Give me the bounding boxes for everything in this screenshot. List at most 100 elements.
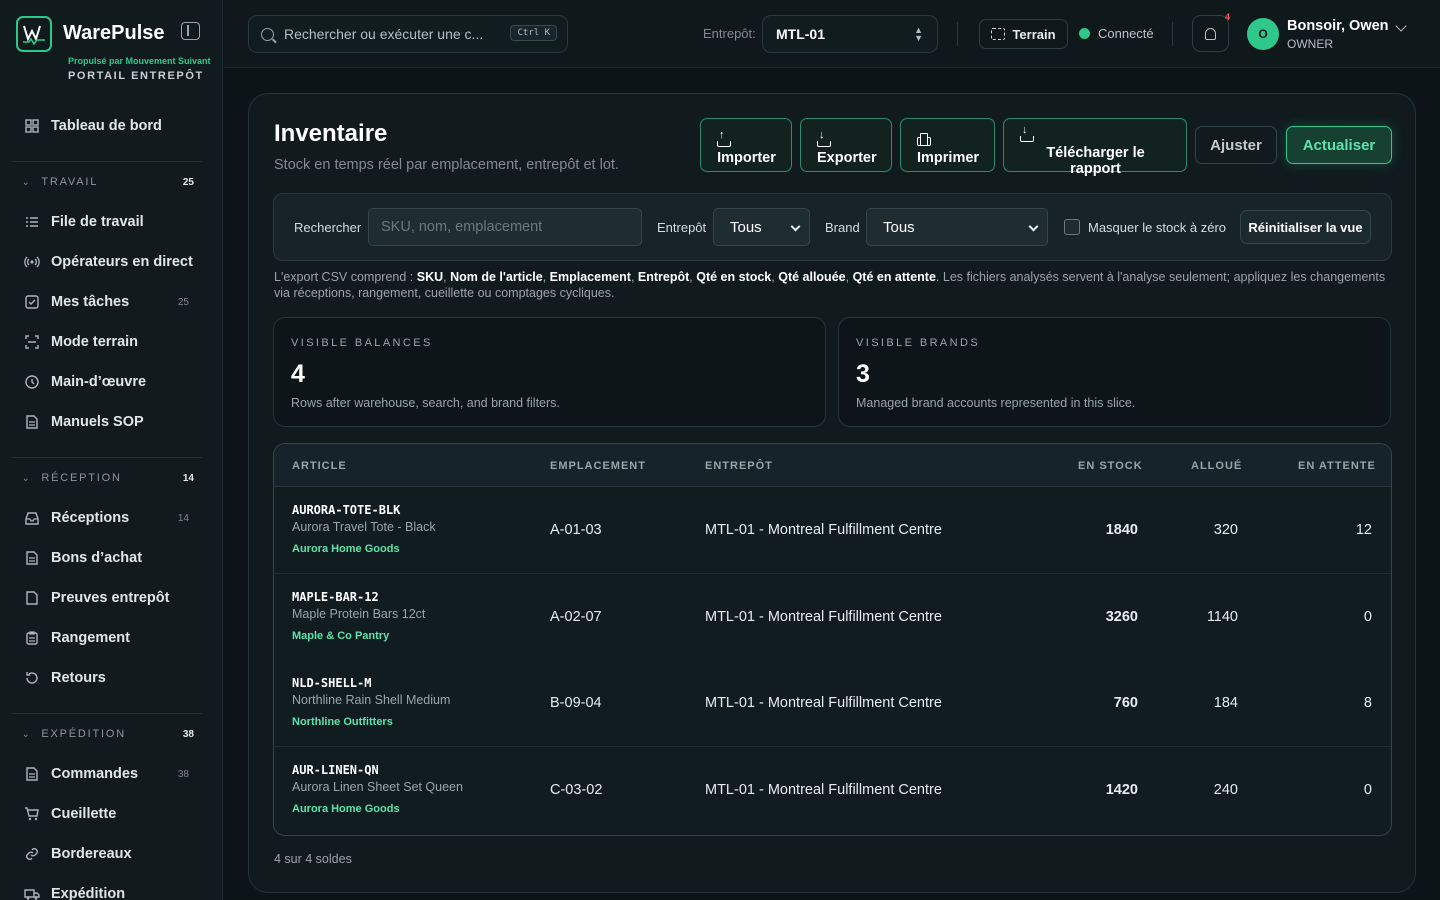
row-brand-link[interactable]: Northline Outfitters	[292, 716, 393, 728]
table-row[interactable]: AURORA-TOTE-BLK Aurora Travel Tote - Bla…	[274, 487, 1391, 574]
row-brand-link[interactable]: Aurora Home Goods	[292, 543, 400, 555]
reset-view-button[interactable]: Réinitialiser la vue	[1240, 210, 1371, 244]
column-header-article[interactable]: ARTICLE	[292, 460, 347, 472]
table-row[interactable]: AUR-LINEN-QN Aurora Linen Sheet Set Quee…	[274, 747, 1391, 834]
note-field: Qté en attente	[852, 270, 936, 284]
row-pending: 0	[1363, 609, 1372, 625]
row-stock: 760	[1113, 695, 1138, 711]
row-brand-link[interactable]: Maple & Co Pantry	[292, 630, 389, 642]
sidebar-item-receipts[interactable]: Réceptions 14	[0, 498, 222, 538]
brand-name: WarePulse	[63, 22, 165, 44]
user-greeting[interactable]: Bonsoir, Owen	[1287, 18, 1389, 34]
print-button[interactable]: Imprimer	[900, 118, 995, 172]
section-reception[interactable]: ⌄ RÉCEPTION 14	[0, 458, 222, 498]
sidebar-item-work-queue[interactable]: File de travail	[0, 202, 222, 242]
row-stock: 1840	[1105, 522, 1138, 538]
sidebar-item-warehouse-proofs[interactable]: Preuves entrepôt	[0, 578, 222, 618]
sidebar-item-live-operators[interactable]: Opérateurs en direct	[0, 242, 222, 282]
column-header-pending[interactable]: EN ATTENTE	[1298, 460, 1376, 472]
upload-icon	[717, 129, 731, 147]
note-field: Qté en stock	[696, 270, 772, 284]
sidebar-item-label: Bons d’achat	[51, 550, 143, 566]
stat-value: 4	[291, 360, 305, 388]
row-sku: NLD-SHELL-M	[292, 676, 372, 690]
import-button[interactable]: Importer	[700, 118, 792, 172]
sidebar-item-label: Bordereaux	[51, 846, 132, 862]
refresh-button[interactable]: Actualiser	[1286, 126, 1392, 164]
printer-icon	[917, 133, 931, 147]
command-search-input[interactable]: Rechercher ou exécuter une c... Ctrl K	[248, 15, 568, 53]
topbar: Rechercher ou exécuter une c... Ctrl K E…	[224, 0, 1440, 68]
keyboard-shortcut-badge: Ctrl K	[510, 25, 557, 41]
field-mode-button[interactable]: Terrain	[979, 19, 1068, 49]
sidebar-item-returns[interactable]: Retours	[0, 658, 222, 698]
row-stock: 3260	[1105, 609, 1138, 625]
column-header-warehouse[interactable]: ENTREPÔT	[705, 460, 773, 472]
sidebar-item-count: 14	[177, 512, 189, 524]
warehouse-select[interactable]: MTL-01 ▲ ▼	[762, 15, 938, 53]
sidebar-item-shipping[interactable]: Expédition	[0, 874, 222, 900]
stat-value: 3	[856, 360, 870, 388]
sidebar-item-count: 38	[177, 768, 189, 780]
export-button[interactable]: Exporter	[800, 118, 892, 172]
avatar[interactable]: O	[1247, 18, 1279, 50]
sidebar-item-purchase-orders[interactable]: Bons d’achat	[0, 538, 222, 578]
adjust-button[interactable]: Ajuster	[1195, 126, 1277, 164]
warehouse-filter-select[interactable]: Tous	[713, 208, 810, 246]
column-header-allocated[interactable]: ALLOUÉ	[1191, 460, 1242, 472]
column-header-location[interactable]: EMPLACEMENT	[550, 460, 646, 472]
row-pending: 8	[1363, 695, 1372, 711]
clipboard-icon	[24, 630, 40, 646]
row-brand-link[interactable]: Aurora Home Goods	[292, 803, 400, 815]
notifications-button[interactable]: 4	[1192, 12, 1230, 52]
chevron-down-icon[interactable]	[1395, 20, 1407, 32]
sidebar-item-labor[interactable]: Main-d’œuvre	[0, 362, 222, 402]
row-item-name: Maple Protein Bars 12ct	[292, 607, 426, 621]
row-pending: 0	[1363, 782, 1372, 798]
brand: WarePulse Propulsé par Mouvement Suivant…	[0, 0, 222, 96]
sidebar-item-label: Rangement	[51, 630, 130, 646]
list-icon	[24, 214, 40, 230]
search-placeholder: Rechercher ou exécuter une c...	[284, 26, 484, 42]
app: WarePulse Propulsé par Mouvement Suivant…	[0, 0, 1440, 900]
row-item-name: Aurora Linen Sheet Set Queen	[292, 780, 463, 794]
sidebar-item-picking[interactable]: Cueillette	[0, 794, 222, 834]
collapse-sidebar-icon[interactable]	[181, 22, 200, 40]
filter-bar: Rechercher SKU, nom, emplacement Entrepô…	[273, 193, 1392, 261]
section-title: EXPÉDITION	[41, 728, 126, 740]
table-row[interactable]: MAPLE-BAR-12 Maple Protein Bars 12ct Map…	[274, 574, 1391, 661]
notification-badge: 4	[1224, 12, 1230, 22]
sidebar-item-label: Réceptions	[51, 510, 130, 526]
hide-zero-checkbox[interactable]	[1064, 219, 1080, 235]
warehouse-filter-label: Entrepôt	[657, 220, 707, 235]
sidebar-item-label: Mode terrain	[51, 334, 139, 350]
inventory-search-input[interactable]: SKU, nom, emplacement	[368, 208, 642, 246]
rotate-icon	[24, 670, 40, 686]
sidebar-item-putaway[interactable]: Rangement	[0, 618, 222, 658]
inventory-panel: Inventaire Stock en temps réel par empla…	[248, 93, 1416, 893]
section-travail[interactable]: ⌄ TRAVAIL 25	[0, 162, 222, 202]
download-report-button[interactable]: Télécharger le rapport	[1003, 118, 1187, 177]
table-row[interactable]: NLD-SHELL-M Northline Rain Shell Medium …	[274, 660, 1391, 747]
cart-icon	[24, 806, 40, 822]
warepulse-logo-icon[interactable]	[16, 16, 52, 52]
section-expedition[interactable]: ⌄ EXPÉDITION 38	[0, 714, 222, 754]
sidebar: WarePulse Propulsé par Mouvement Suivant…	[0, 0, 223, 900]
page-subtitle: Stock en temps réel par emplacement, ent…	[274, 157, 619, 173]
sidebar-item-my-tasks[interactable]: Mes tâches 25	[0, 282, 222, 322]
sidebar-item-field-mode[interactable]: Mode terrain	[0, 322, 222, 362]
sidebar-item-orders[interactable]: Commandes 38	[0, 754, 222, 794]
brand-filter-select[interactable]: Tous	[866, 208, 1048, 246]
sidebar-item-waybills[interactable]: Bordereaux	[0, 834, 222, 874]
sidebar-item-sop-manuals[interactable]: Manuels SOP	[0, 402, 222, 442]
sidebar-item-label: Expédition	[51, 886, 126, 900]
column-header-stock[interactable]: EN STOCK	[1078, 460, 1143, 472]
row-item-name: Aurora Travel Tote - Black	[292, 520, 436, 534]
stat-description: Managed brand accounts represented in th…	[856, 396, 1136, 410]
row-pending: 12	[1355, 522, 1372, 538]
bell-icon	[1205, 27, 1216, 40]
sidebar-item-dashboard[interactable]: Tableau de bord	[0, 106, 222, 146]
row-warehouse: MTL-01 - Montreal Fulfillment Centre	[705, 609, 942, 625]
hide-zero-label[interactable]: Masquer le stock à zéro	[1088, 220, 1226, 235]
truck-icon	[24, 886, 40, 900]
